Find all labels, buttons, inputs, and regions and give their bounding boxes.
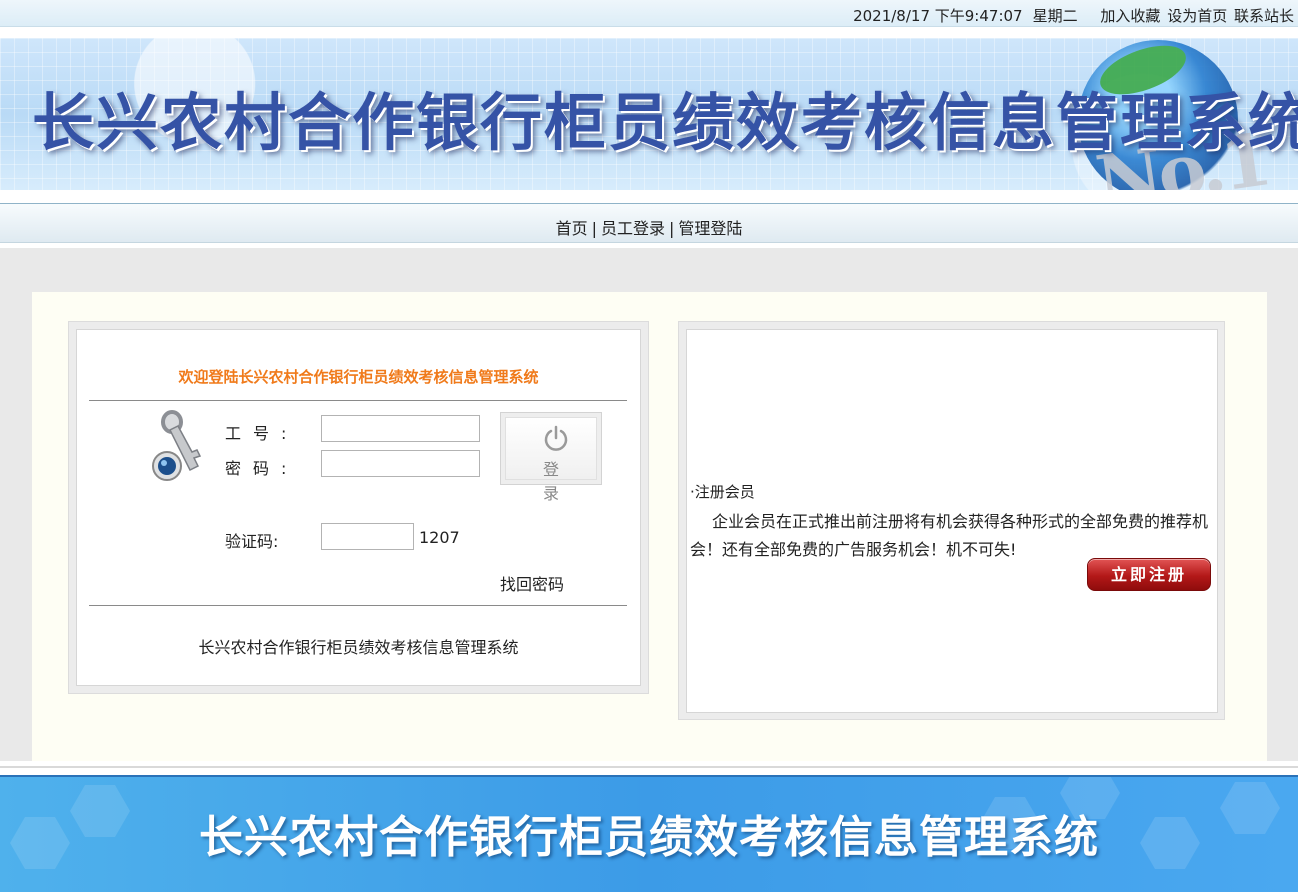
register-title: ·注册会员 — [690, 481, 755, 502]
top-bar-info: 2021/8/17 下午9:47:07 星期二 加入收藏 设为首页 联系站长 — [847, 5, 1294, 26]
nav-home[interactable]: 首页 — [556, 219, 588, 238]
set-homepage-link[interactable]: 设为首页 — [1167, 7, 1227, 25]
top-links: 加入收藏 设为首页 联系站长 — [1088, 7, 1294, 25]
register-now-button[interactable]: 立即注册 — [1087, 558, 1211, 591]
captcha-label: 验证码: — [225, 528, 278, 552]
register-description: 企业会员在正式推出前注册将有机会获得各种形式的全部免费的推荐机会！还有全部免费的… — [690, 508, 1214, 564]
banner-title: 长兴农村合作银行柜员绩效考核信息管理系统 — [32, 72, 1298, 162]
password-input[interactable] — [321, 450, 480, 477]
contact-admin-link[interactable]: 联系站长 — [1234, 7, 1294, 25]
employee-id-input[interactable] — [321, 415, 480, 442]
main-nav: 首页|员工登录|管理登陆 — [0, 215, 1298, 239]
power-icon — [542, 424, 570, 452]
login-button-label: 登录 — [506, 456, 596, 504]
login-footer-text: 长兴农村合作银行柜员绩效考核信息管理系统 — [76, 634, 641, 658]
login-button-face: 登录 — [505, 417, 597, 480]
footer-banner-title: 长兴农村合作银行柜员绩效考核信息管理系统 — [0, 801, 1298, 865]
header-banner: No.1 长兴农村合作银行柜员绩效考核信息管理系统 — [0, 38, 1298, 190]
divider — [89, 605, 627, 606]
employee-id-label: 工号: — [225, 420, 298, 444]
nav-bar: 首页|员工登录|管理登陆 — [0, 203, 1298, 243]
login-welcome: 欢迎登陆长兴农村合作银行柜员绩效考核信息管理系统 — [76, 366, 641, 387]
add-favorite-link[interactable]: 加入收藏 — [1100, 7, 1160, 25]
key-icon — [150, 410, 220, 486]
divider — [0, 766, 1298, 768]
nav-separator: | — [669, 219, 674, 238]
captcha-input[interactable] — [321, 523, 414, 550]
top-bar: 2021/8/17 下午9:47:07 星期二 加入收藏 设为首页 联系站长 — [0, 0, 1298, 27]
divider — [89, 400, 627, 401]
nav-employee-login[interactable]: 员工登录 — [601, 219, 665, 238]
footer-banner: 长兴农村合作银行柜员绩效考核信息管理系统 — [0, 775, 1298, 892]
captcha-code: 1207 — [419, 528, 460, 547]
datetime: 2021/8/17 下午9:47:07 — [853, 7, 1023, 25]
login-button[interactable]: 登录 — [500, 412, 602, 485]
weekday: 星期二 — [1033, 7, 1078, 25]
forgot-password-link[interactable]: 找回密码 — [500, 571, 564, 595]
password-label: 密码: — [225, 455, 298, 479]
nav-admin-login[interactable]: 管理登陆 — [678, 219, 742, 238]
nav-separator: | — [592, 219, 597, 238]
